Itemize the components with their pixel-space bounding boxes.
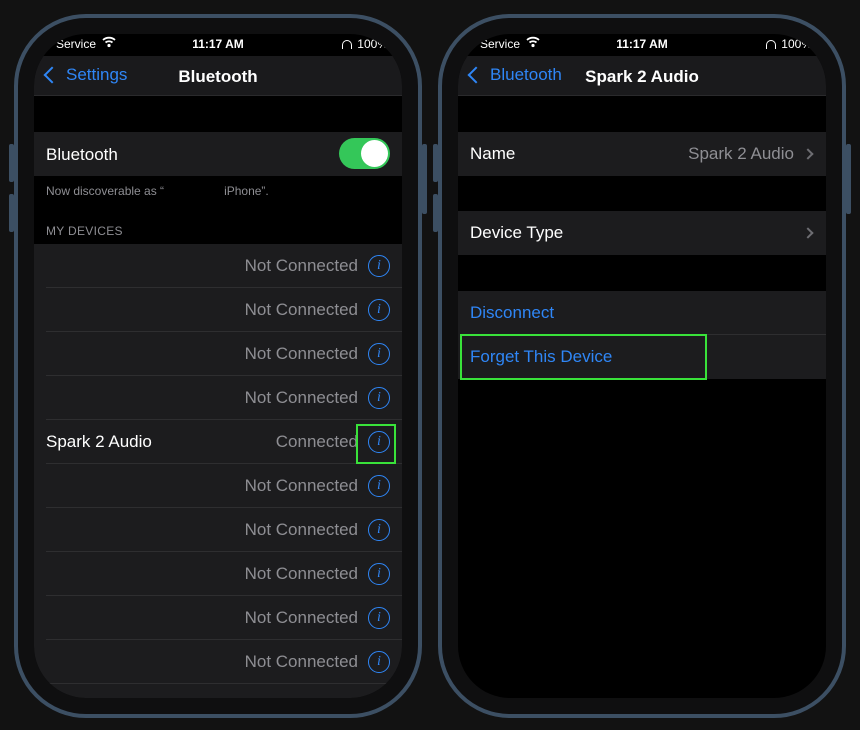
info-icon[interactable]: i (368, 255, 390, 277)
battery-percent: 100% (357, 37, 388, 51)
chevron-right-icon (802, 148, 814, 160)
info-icon[interactable]: i (368, 299, 390, 321)
info-icon[interactable]: i (368, 651, 390, 673)
page-title: Spark 2 Audio (585, 67, 699, 86)
device-name: Spark 2 Audio (46, 432, 152, 451)
device-row[interactable]: Not Connected i (34, 596, 402, 640)
forget-row[interactable]: Forget This Device (458, 335, 826, 379)
disconnect-button[interactable]: Disconnect (470, 303, 554, 323)
info-icon[interactable]: i (368, 343, 390, 365)
device-row[interactable]: Not Connected i (34, 244, 402, 288)
phone-frame-left: Service 11:17 AM 100% Settings Bluetooth… (9, 14, 427, 718)
info-icon[interactable]: i (368, 563, 390, 585)
device-status: Not Connected (244, 344, 358, 363)
device-status: Not Connected (244, 300, 358, 319)
disconnect-row[interactable]: Disconnect (458, 291, 826, 335)
device-status: Not Connected (244, 476, 358, 495)
phone-frame-right: Service 11:17 AM 100% Bluetooth Spark 2 … (433, 14, 851, 718)
device-status: Not Connected (244, 652, 358, 671)
status-bar: Service 11:17 AM 100% (458, 34, 826, 54)
device-type-row[interactable]: Device Type (458, 211, 826, 255)
page-title: Bluetooth (178, 67, 258, 86)
device-row[interactable]: Not Connected i (34, 508, 402, 552)
info-icon[interactable]: i (368, 475, 390, 497)
info-icon[interactable]: i (368, 387, 390, 409)
name-row[interactable]: Name Spark 2 Audio (458, 132, 826, 176)
device-row-spark-2-audio[interactable]: Spark 2 Audio Connected i (34, 420, 402, 464)
headphones-icon (766, 40, 777, 50)
status-bar: Service 11:17 AM 100% (34, 34, 402, 54)
device-row[interactable]: Not Connected i (34, 552, 402, 596)
bluetooth-label: Bluetooth (46, 145, 118, 164)
side-button (422, 144, 427, 214)
name-label: Name (470, 144, 516, 163)
device-row[interactable]: Not Connected i (34, 640, 402, 684)
device-status: Not Connected (244, 520, 358, 539)
device-row[interactable]: Not Connected i (34, 288, 402, 332)
status-right: 100% (766, 37, 812, 51)
name-value: Spark 2 Audio (688, 144, 794, 163)
volume-down-button (9, 194, 14, 232)
navigation-bar: Settings Bluetooth (34, 56, 402, 96)
info-icon[interactable]: i (368, 607, 390, 629)
discoverable-suffix: iPhone”. (224, 184, 269, 198)
my-devices-header: MY DEVICES (46, 224, 123, 238)
discoverable-prefix: Now discoverable as “ (46, 184, 165, 198)
device-row[interactable]: Not Connected i (34, 332, 402, 376)
battery-percent: 100% (781, 37, 812, 51)
toggle-knob (361, 140, 388, 167)
device-row[interactable]: Not Connected i (34, 464, 402, 508)
info-icon[interactable]: i (368, 519, 390, 541)
volume-down-button (433, 194, 438, 232)
device-detail-screen: Service 11:17 AM 100% Bluetooth Spark 2 … (458, 34, 826, 698)
chevron-right-icon (802, 227, 814, 239)
status-right: 100% (342, 37, 388, 51)
volume-up-button (9, 144, 14, 182)
device-row[interactable]: Not Connected i (34, 376, 402, 420)
forget-device-button[interactable]: Forget This Device (470, 347, 612, 367)
bluetooth-toggle-row: Bluetooth (34, 132, 402, 176)
device-status: Not Connected (244, 608, 358, 627)
device-type-label: Device Type (470, 223, 564, 242)
device-status: Not Connected (244, 256, 358, 275)
navigation-bar: Bluetooth Spark 2 Audio (458, 56, 826, 96)
bluetooth-settings-screen: Service 11:17 AM 100% Settings Bluetooth… (34, 34, 402, 698)
bluetooth-toggle[interactable] (339, 138, 390, 169)
device-status: Not Connected (244, 564, 358, 583)
device-status: Not Connected (244, 388, 358, 407)
volume-up-button (433, 144, 438, 182)
device-row-partial (34, 684, 402, 698)
device-status: Connected (275, 432, 358, 451)
headphones-icon (342, 40, 353, 50)
discoverable-note: Now discoverable as “ iPhone”. (46, 184, 269, 198)
info-icon[interactable]: i (368, 431, 390, 453)
side-button (846, 144, 851, 214)
